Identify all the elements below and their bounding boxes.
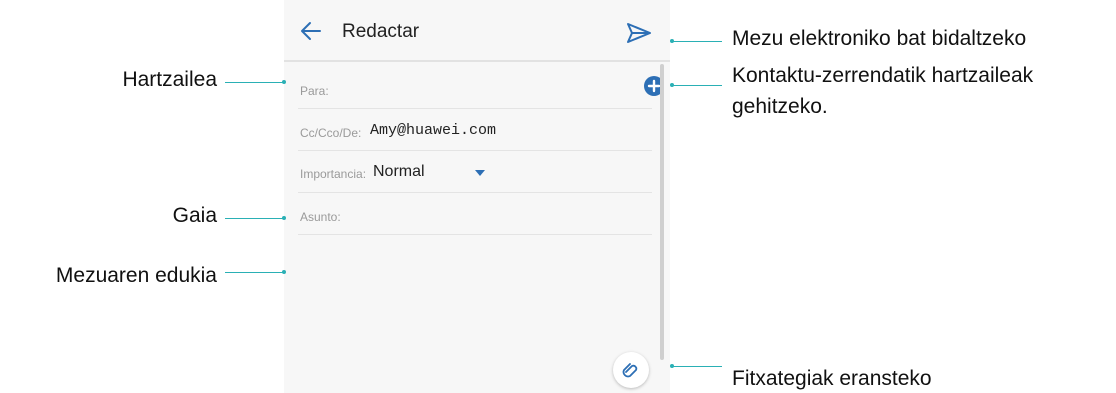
annotation-attach: Fitxategiak eransteko [732,367,932,390]
importance-select[interactable]: Normal [373,163,425,181]
chevron-down-icon[interactable] [475,170,485,176]
subject-label: Asunto: [300,210,341,224]
compose-screen: Redactar Para: Cc/Cco/De: Amy@huawei.com… [284,0,670,393]
attach-button[interactable] [613,352,649,388]
back-arrow-icon[interactable] [298,18,324,44]
annotation-subject: Gaia [172,204,217,227]
leader-dot [282,216,286,220]
leader-line [225,218,283,219]
top-bar: Redactar [284,0,670,62]
leader-dot [282,80,286,84]
message-body-input[interactable] [298,236,652,356]
cc-value: Amy@huawei.com [370,122,497,139]
page-title: Redactar [342,21,420,42]
annotation-add-contacts-line1: Kontaktu-zerrendatik hartzaileak [732,64,1034,87]
annotation-add-contacts-line2: gehitzeko. [732,95,828,118]
annotation-send: Mezu elektroniko bat bidaltzeko [732,27,1027,50]
to-label: Para: [300,84,329,98]
cc-field[interactable]: Cc/Cco/De: Amy@huawei.com [298,108,652,151]
send-icon[interactable] [626,22,652,44]
to-field[interactable]: Para: [298,66,664,109]
annotation-recipient: Hartzailea [122,68,217,91]
importance-field[interactable]: Importancia: Normal [298,150,652,193]
leader-line [672,85,722,86]
cc-label: Cc/Cco/De: [300,126,362,140]
scrollbar[interactable] [660,64,664,360]
leader-line [225,272,283,273]
paperclip-icon [622,363,638,378]
subject-field[interactable]: Asunto: [298,192,652,235]
importance-label: Importancia: [300,167,367,181]
leader-line [672,41,722,42]
leader-line [225,82,283,83]
leader-dot [282,270,286,274]
leader-line [672,366,722,367]
annotation-body: Mezuaren edukia [55,264,217,287]
